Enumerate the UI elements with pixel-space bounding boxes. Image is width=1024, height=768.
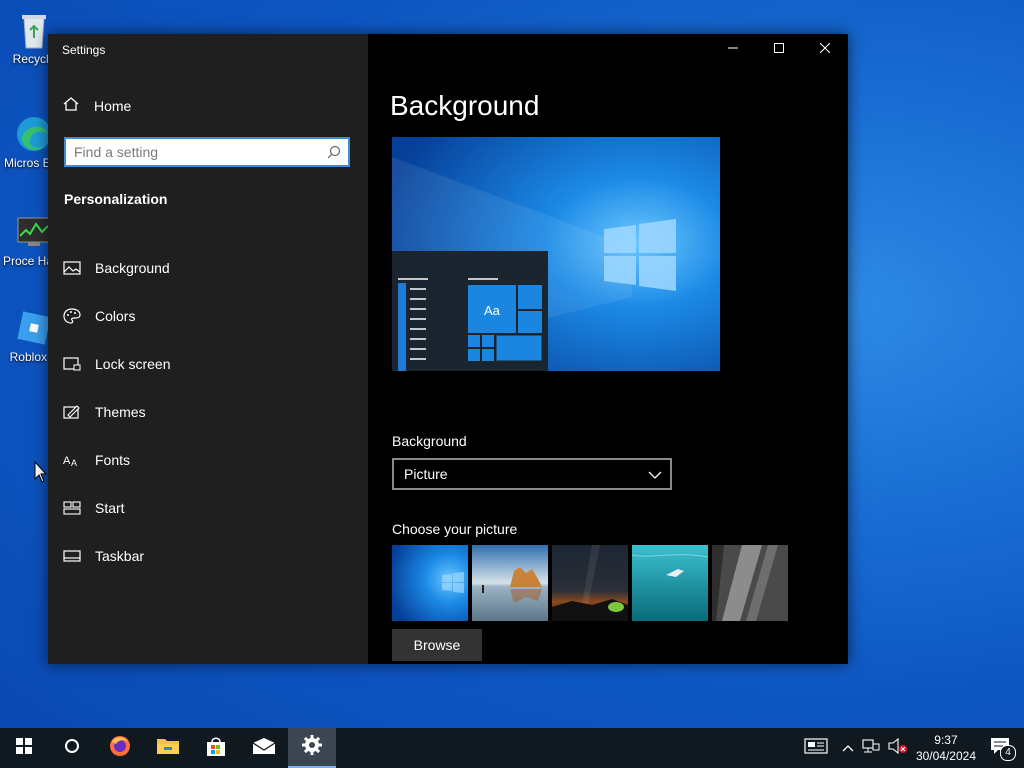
maximize-button[interactable]: [756, 34, 802, 64]
cortana-circle-icon: [64, 738, 80, 759]
picture-icon: [62, 260, 82, 276]
action-center-button[interactable]: 4: [980, 728, 1024, 768]
background-preview: Aa: [392, 137, 720, 371]
minimize-button[interactable]: [710, 34, 756, 64]
gear-icon: [301, 734, 323, 761]
start-button[interactable]: [0, 728, 48, 768]
nav-item-fonts[interactable]: AA Fonts: [62, 436, 170, 484]
settings-content: Background Aa Background Picture Choose …: [368, 34, 848, 664]
choose-picture-label: Choose your picture: [392, 521, 518, 537]
settings-sidebar: Settings Home Personalization Background: [48, 34, 368, 664]
nav-item-background[interactable]: Background: [62, 244, 170, 292]
taskbar-file-explorer[interactable]: [144, 728, 192, 768]
taskbar-store[interactable]: [192, 728, 240, 768]
network-icon: [862, 738, 880, 759]
fonts-icon: AA: [62, 452, 82, 468]
clock-time: 9:37: [934, 733, 958, 747]
taskbar: 9:37 30/04/2024 4: [0, 728, 1024, 768]
minimize-icon: [728, 40, 738, 58]
page-title: Background: [390, 90, 540, 121]
volume-muted-icon: [888, 737, 908, 759]
news-icon: [804, 737, 828, 759]
close-button[interactable]: [802, 34, 848, 64]
close-icon: [819, 40, 831, 58]
nav-item-label: Taskbar: [95, 548, 145, 564]
chevron-down-icon: [648, 466, 662, 482]
thumbnail-underwater-swimmer[interactable]: [632, 545, 708, 621]
thumbnail-beach-rocks[interactable]: [472, 545, 548, 621]
window-title: Settings: [62, 43, 106, 57]
nav-item-label: Colors: [95, 308, 136, 324]
thumbnail-night-sky[interactable]: [552, 545, 628, 621]
background-type-label: Background: [392, 433, 467, 449]
news-widget-button[interactable]: [800, 728, 832, 768]
nav-item-themes[interactable]: Themes: [62, 388, 170, 436]
mouse-cursor-icon: [34, 460, 48, 488]
svg-text:A: A: [71, 458, 77, 468]
nav-item-lock-screen[interactable]: Lock screen: [62, 340, 170, 388]
notification-count-badge: 4: [1000, 745, 1016, 761]
svg-text:A: A: [63, 455, 71, 467]
maximize-icon: [774, 40, 784, 58]
network-status[interactable]: [858, 728, 884, 768]
background-type-value: Picture: [404, 466, 448, 482]
nav-item-colors[interactable]: Colors: [62, 292, 170, 340]
nav-home[interactable]: Home: [62, 96, 131, 115]
search-icon[interactable]: [326, 144, 342, 160]
nav-item-label: Themes: [95, 404, 146, 420]
nav-item-start[interactable]: Start: [62, 484, 170, 532]
search-input[interactable]: [66, 139, 332, 165]
window-controls: [710, 34, 848, 64]
personalization-nav: Background Colors Lock screen Themes A A…: [62, 244, 170, 580]
show-hidden-icons-button[interactable]: [832, 728, 858, 768]
taskbar-settings[interactable]: [288, 728, 336, 768]
settings-window: Settings Home Personalization Background: [48, 34, 848, 664]
search-box: [64, 137, 350, 167]
nav-item-label: Start: [95, 500, 125, 516]
nav-item-label: Background: [95, 260, 170, 276]
taskbar-icon: [62, 548, 82, 564]
mail-icon: [252, 737, 276, 760]
nav-item-label: Fonts: [95, 452, 131, 468]
volume-status[interactable]: [884, 728, 912, 768]
clock-date: 30/04/2024: [915, 749, 976, 763]
taskbar-mail[interactable]: [240, 728, 288, 768]
thumbnail-rock-cliff[interactable]: [712, 545, 788, 621]
nav-item-taskbar[interactable]: Taskbar: [62, 532, 170, 580]
thumbnail-windows-blue[interactable]: [392, 545, 468, 621]
browse-button[interactable]: Browse: [392, 629, 482, 661]
windows-logo-icon: [16, 737, 32, 759]
chevron-up-icon: [842, 739, 854, 757]
firefox-icon: [108, 734, 132, 763]
lock-screen-icon: [62, 356, 82, 372]
start-icon: [62, 500, 82, 516]
store-bag-icon: [205, 735, 227, 762]
palette-icon: [62, 308, 82, 324]
search-taskbar-button[interactable]: [48, 728, 96, 768]
home-icon: [62, 96, 80, 115]
nav-item-label: Lock screen: [95, 356, 171, 372]
background-type-dropdown[interactable]: Picture: [392, 458, 672, 490]
section-header-personalization: Personalization: [64, 191, 168, 207]
folder-icon: [156, 736, 180, 761]
taskbar-firefox[interactable]: [96, 728, 144, 768]
preview-tile-text: Aa: [484, 303, 500, 318]
nav-home-label: Home: [94, 97, 132, 114]
clock[interactable]: 9:37 30/04/2024: [912, 728, 980, 768]
themes-icon: [62, 404, 82, 420]
system-tray: 9:37 30/04/2024 4: [800, 728, 1024, 768]
picture-thumbnails: [392, 545, 788, 621]
